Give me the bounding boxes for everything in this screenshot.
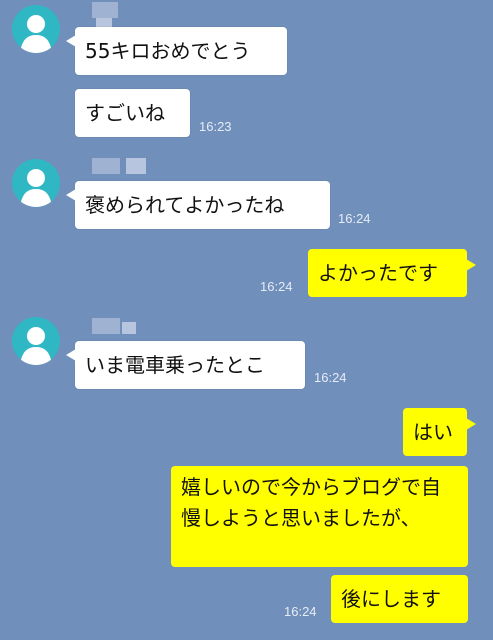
sender-name-redacted: [92, 2, 118, 18]
person-silhouette-icon: [20, 327, 52, 365]
avatar[interactable]: [12, 317, 60, 365]
message-text: 55キロおめでとう: [85, 39, 251, 63]
message-text: 嬉しいので今からブログで自慢しようと思いましたが、: [181, 475, 441, 530]
message-timestamp: 16:24: [314, 370, 347, 385]
sender-name-redacted: [122, 322, 136, 334]
sender-name-redacted: [92, 158, 120, 174]
message-bubble[interactable]: はい: [403, 408, 476, 456]
message-timestamp: 16:23: [199, 119, 232, 134]
message-bubble[interactable]: すごいね: [75, 89, 190, 137]
message-timestamp: 16:24: [284, 604, 317, 619]
person-silhouette-icon: [20, 15, 52, 53]
message-bubble[interactable]: 55キロおめでとう: [66, 27, 287, 75]
message-bubble[interactable]: いま電車乗ったとこ: [66, 341, 305, 389]
message-text: はい: [413, 420, 453, 444]
message-text: いま電車乗ったとこ: [85, 353, 265, 377]
message-text: よかったです: [318, 261, 438, 285]
avatar[interactable]: [12, 5, 60, 53]
sender-name-redacted: [92, 318, 120, 334]
message-bubble[interactable]: 褒められてよかったね: [66, 181, 330, 229]
message-timestamp: 16:24: [338, 211, 371, 226]
message-text: すごいね: [85, 101, 165, 125]
avatar[interactable]: [12, 159, 60, 207]
message-bubble[interactable]: 後にします: [331, 575, 468, 623]
message-bubble[interactable]: 嬉しいので今からブログで自慢しようと思いましたが、: [171, 466, 468, 567]
sender-name-redacted: [126, 158, 146, 174]
person-silhouette-icon: [20, 169, 52, 207]
message-text: 後にします: [341, 587, 441, 611]
message-bubble[interactable]: よかったです: [308, 249, 476, 297]
message-text: 褒められてよかったね: [85, 193, 285, 217]
message-timestamp: 16:24: [260, 279, 293, 294]
